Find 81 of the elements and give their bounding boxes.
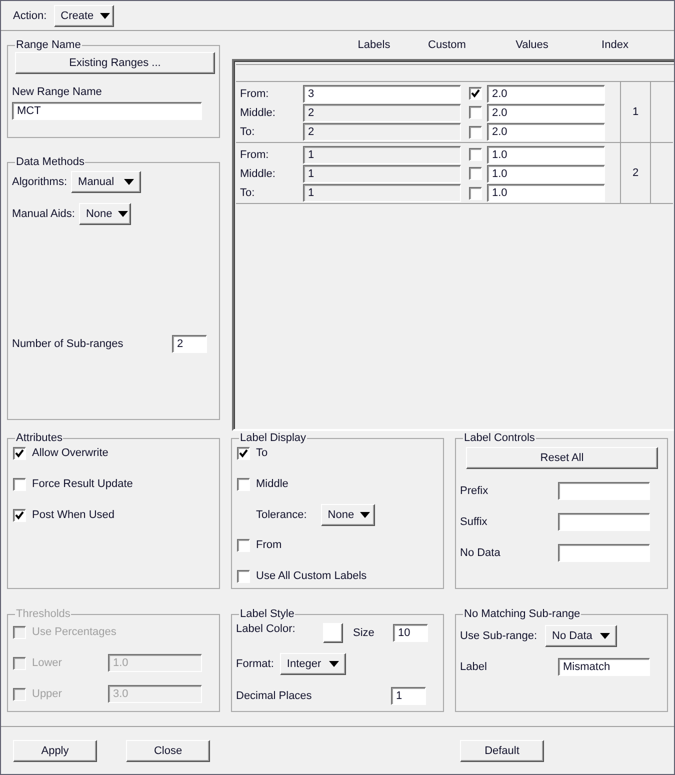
caret-icon: [600, 633, 610, 639]
checkbox-label: Lower: [32, 657, 62, 669]
name-field[interactable]: MCT: [12, 102, 202, 120]
checkbox-label: Use Percentages: [32, 626, 116, 638]
checkbox[interactable]: [13, 478, 26, 490]
index-number: 2: [632, 167, 639, 179]
row-label: Middle:: [240, 106, 276, 119]
group-title: Attributes: [15, 432, 64, 444]
dialog-button[interactable]: Close: [126, 740, 210, 762]
checkbox[interactable]: [13, 446, 26, 460]
tolerance-label: Tolerance:: [256, 509, 307, 521]
field-label: Suffix: [460, 516, 488, 528]
checkbox[interactable]: [237, 570, 250, 582]
row-label: Middle:: [240, 168, 276, 180]
manual-aids-dropdown[interactable]: None: [78, 203, 131, 225]
caret-icon: [124, 179, 134, 185]
size-field[interactable]: 10: [393, 624, 428, 642]
column-header: Index: [600, 39, 630, 51]
checkbox[interactable]: [237, 446, 250, 460]
checkbox[interactable]: [237, 538, 250, 552]
row-label: From:: [240, 88, 270, 100]
checkbox-label: Use All Custom Labels: [256, 570, 367, 582]
checkbox-label: From: [256, 539, 282, 551]
checkbox-label: To: [256, 447, 268, 459]
caret-icon: [328, 661, 339, 667]
text-field[interactable]: [558, 513, 650, 531]
text-field[interactable]: [558, 482, 650, 500]
existing-ranges-button[interactable]: Existing Ranges ...: [15, 52, 215, 74]
decimal-places-field[interactable]: 1: [391, 687, 426, 705]
algorithms-dropdown[interactable]: Manual: [71, 171, 142, 193]
caret-icon: [360, 512, 370, 518]
index-number: 1: [632, 106, 639, 118]
checkbox[interactable]: [237, 478, 250, 490]
field-label: New Range Name: [12, 86, 103, 98]
label-label: Label: [460, 661, 487, 673]
column-header: Values: [514, 39, 550, 51]
checkbox-label: Post When Used: [32, 509, 115, 521]
checkbox-label: Force Result Update: [32, 478, 133, 490]
decimal-places-label: Decimal Places: [236, 690, 312, 702]
row-label: To:: [240, 187, 256, 200]
row-label: From:: [240, 148, 270, 161]
field-label: Prefix: [460, 485, 488, 497]
group-title: Label Style: [239, 608, 296, 620]
use-sub-range-label: Use Sub-range:: [460, 630, 538, 642]
dialog-button[interactable]: Apply: [13, 740, 97, 762]
caret-icon: [118, 211, 128, 217]
checkbox-label: Upper: [32, 688, 62, 700]
label-field[interactable]: Mismatch: [558, 658, 650, 676]
group-title: Label Display: [239, 432, 308, 444]
row-label: To:: [240, 126, 256, 138]
column-header: Custom: [427, 39, 467, 51]
checkbox-label: Allow Overwrite: [32, 447, 108, 459]
checkbox-label: Middle: [256, 478, 288, 490]
group-title: Range Name: [15, 39, 82, 51]
reset-all-button[interactable]: Reset All: [466, 447, 658, 469]
column-header: Labels: [356, 39, 392, 51]
color-swatch[interactable]: [323, 623, 343, 643]
size-label: Size: [353, 627, 376, 639]
checkbox[interactable]: [13, 508, 26, 522]
sub-ranges-field[interactable]: 2: [172, 335, 207, 353]
text-field[interactable]: [558, 544, 650, 562]
sub-range-dropdown[interactable]: No Data: [545, 625, 618, 647]
checkbox[interactable]: [469, 87, 482, 100]
dialog-button[interactable]: Default: [460, 740, 544, 762]
group-title: No Matching Sub-range: [463, 608, 582, 620]
group-title: Label Controls: [463, 432, 536, 444]
color-label: Label Color:: [236, 623, 296, 635]
action-label: Action:: [13, 10, 47, 22]
value-field[interactable]: 2.0: [487, 84, 605, 103]
label-field[interactable]: 3: [303, 84, 461, 103]
manual-aids-label: Manual Aids:: [12, 208, 75, 220]
action-dropdown[interactable]: Create: [54, 4, 114, 26]
format-label: Format:: [236, 658, 274, 670]
format-dropdown[interactable]: Integer: [280, 653, 346, 675]
algorithms-label: Algorithms:: [12, 176, 68, 188]
field-label: No Data: [460, 547, 500, 559]
tolerance-dropdown[interactable]: None: [320, 504, 375, 526]
sub-ranges-label: Number of Sub-ranges: [12, 338, 124, 350]
caret-icon: [100, 12, 110, 18]
group-title: Data Methods: [15, 156, 86, 168]
group-title: Thresholds: [15, 608, 72, 620]
